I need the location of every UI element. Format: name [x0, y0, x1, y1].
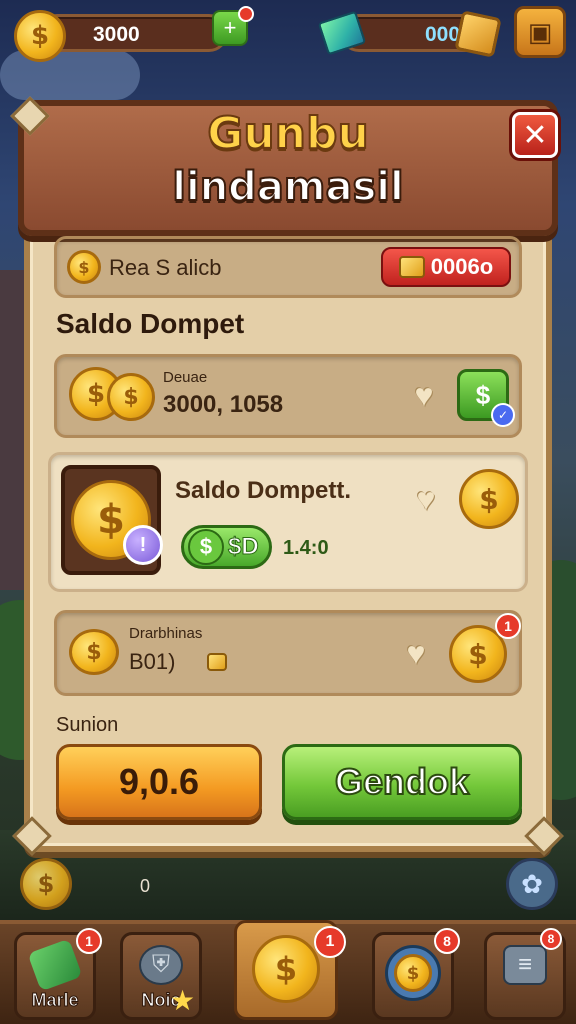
dialog-title: Gunbu [206, 107, 370, 160]
shop-box-icon: ▣ [527, 16, 553, 47]
notification-badge: 1 [76, 928, 102, 954]
green-coin-icon: $ [188, 529, 224, 565]
star-icon: ★ [170, 985, 196, 1016]
pill-text: $D [228, 533, 260, 561]
balance-caption: Deuae [163, 369, 208, 386]
top-resource-bar: 3000 $ + 000 ▣ [10, 6, 566, 62]
pill-value: 1.4:0 [283, 537, 329, 559]
gold-gem-icon [207, 653, 227, 671]
transactions-row[interactable]: $ Drarbhinas B01) ♥ $ 1 [54, 610, 522, 696]
coin-icon[interactable]: $ [20, 858, 72, 910]
bottom-navigation: Marle 1 ⛨ Noic ★ $ 1 $ 8 ≡ 8 [0, 920, 576, 1024]
coin-counter-value: 3000 [93, 23, 140, 46]
cash-icon [27, 938, 83, 992]
info-badge-icon: ! [123, 525, 163, 565]
heart-icon[interactable]: ♥ [409, 379, 439, 411]
reward-value: 0006o [430, 254, 494, 279]
wallet-balance-row[interactable]: $ $ Deuae 3000, 1058 ♥ $ ✓ [54, 354, 522, 438]
coin-icon: $ [67, 250, 101, 284]
heart-icon[interactable]: ♥ [401, 637, 431, 669]
transactions-value: B01) [129, 649, 176, 674]
coin-icon: $ [252, 935, 320, 1003]
list-icon: ≡ [503, 945, 547, 985]
detail-title: Saldo Dompett. [175, 477, 352, 504]
confirm-button[interactable]: Gendok [282, 744, 522, 820]
coin-icon: $ [14, 10, 66, 62]
notification-dot [238, 6, 254, 22]
helmet-icon: ⛨ [139, 945, 183, 985]
gold-gem-icon [398, 256, 425, 278]
coin-icon: $ [69, 629, 119, 675]
center-mark: 0 [140, 876, 151, 896]
dialog-subtitle: lindamasil [171, 163, 404, 211]
reward-label: Rea S alicb [109, 255, 222, 280]
balance-value: 3000, 1058 [163, 391, 284, 418]
gold-cube-icon[interactable] [454, 10, 502, 58]
flower-icon[interactable]: ✿ [506, 858, 558, 910]
magnifier-coin-icon: $ [385, 945, 441, 1001]
wallet-detail-card[interactable]: $ ! Saldo Dompett. $ $D 1.4:0 ♥ $ [48, 452, 528, 592]
transactions-caption: Drarbhinas [129, 625, 203, 642]
section-title: Saldo Dompet [56, 308, 245, 339]
dollar-pill[interactable]: $ $D [181, 525, 272, 569]
notification-badge: 1 [495, 613, 521, 639]
notification-badge: 8 [434, 928, 460, 954]
close-button[interactable]: ✕ [512, 112, 558, 158]
coin-icon: $ [394, 954, 432, 992]
notification-badge: 8 [540, 928, 562, 950]
footer-label: Sunion [56, 714, 119, 736]
amount-button[interactable]: 9,0.6 [56, 744, 262, 820]
wallet-dialog: Gunbu lindamasil ✕ $ Rea S alicb 0006o S… [10, 96, 564, 856]
shield-badge-icon: ✓ [491, 403, 515, 427]
reward-row: $ Rea S alicb 0006o [54, 236, 522, 298]
shop-button[interactable]: ▣ [514, 6, 566, 58]
heart-icon[interactable]: ♥ [411, 483, 441, 515]
coin-icon[interactable]: $ [459, 469, 519, 529]
coin-counter: 3000 [38, 14, 228, 52]
dialog-header: Gunbu lindamasil ✕ [18, 100, 558, 236]
nav-item-label: Marle [31, 990, 79, 1011]
reward-value-button[interactable]: 0006o [381, 247, 511, 287]
coin-icon: $ [107, 373, 155, 421]
notification-badge: 1 [314, 926, 346, 958]
